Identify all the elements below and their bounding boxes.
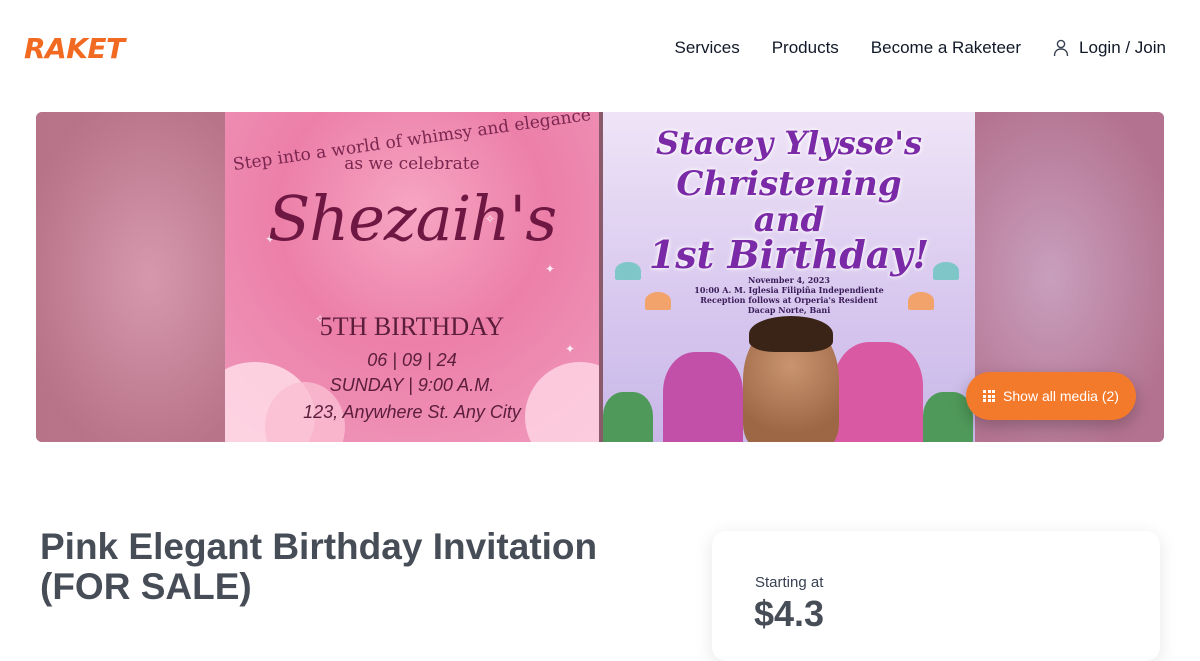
nav-products[interactable]: Products [772,38,839,58]
login-join-link[interactable]: Login / Join [1053,38,1166,58]
invite-event-3: 1st Birthday! [648,232,930,277]
invite-tagline-2: as we celebrate [344,154,480,174]
price-label: Starting at [755,574,824,591]
invite-detail-address: Dacap Norte, Bani [747,305,831,315]
main-nav: Services Products Become a Raketeer Logi… [675,38,1166,58]
listing-title: Pink Elegant Birthday Invitation (FOR SA… [40,527,660,607]
gallery-image-1[interactable]: ✦ ✦ ✧ ✧ ✦ Step into a world of whimsy an… [225,112,599,442]
user-icon [1053,39,1069,57]
seaweed-decoration [603,392,653,442]
invite-event: 5TH BIRTHDAY [319,312,505,341]
show-all-media-button[interactable]: Show all media (2) [966,372,1136,420]
login-join-label: Login / Join [1079,38,1166,57]
invite-name: Stacey Ylysse's [656,124,922,162]
show-all-media-label: Show all media (2) [1003,388,1119,404]
invite-detail-reception: Reception follows at Orperia's Resident [700,295,878,305]
invite-address: 123, Anywhere St. Any City [303,402,521,422]
nav-services[interactable]: Services [675,38,740,58]
sparkle-icon: ✦ [545,262,556,276]
invite-detail-date: November 4, 2023 [748,275,830,285]
price-card: Starting at $4.3 [712,531,1160,661]
invite-detail-venue: 10:00 A. M. Iglesia Filipiña Independien… [694,285,884,295]
grid-icon [983,390,996,402]
invite-time: SUNDAY | 9:00 A.M. [329,375,495,395]
listing-title-line-1: Pink Elegant Birthday Invitation [40,526,598,567]
invite-date: 06 | 09 | 24 [367,350,457,370]
site-header: RAKET Services Products Become a Raketee… [0,0,1200,98]
raket-logo[interactable]: RAKET [24,32,125,65]
nav-become-raketeer[interactable]: Become a Raketeer [871,38,1021,58]
media-gallery[interactable]: ✦ ✦ ✧ ✧ ✦ Step into a world of whimsy an… [36,112,1164,442]
coral-decoration [663,352,743,442]
gallery-image-2[interactable]: Stacey Ylysse's Christening and 1st Birt… [603,112,975,442]
gallery-backdrop-left [36,112,225,442]
baby-photo-hair [749,316,833,352]
price-value: $4.3 [754,593,825,634]
listing-title-line-2: (FOR SALE) [40,566,252,607]
invite-event-1: Christening [676,164,902,204]
invite-name: Shezaih's [267,182,557,255]
coral-decoration [833,342,923,442]
